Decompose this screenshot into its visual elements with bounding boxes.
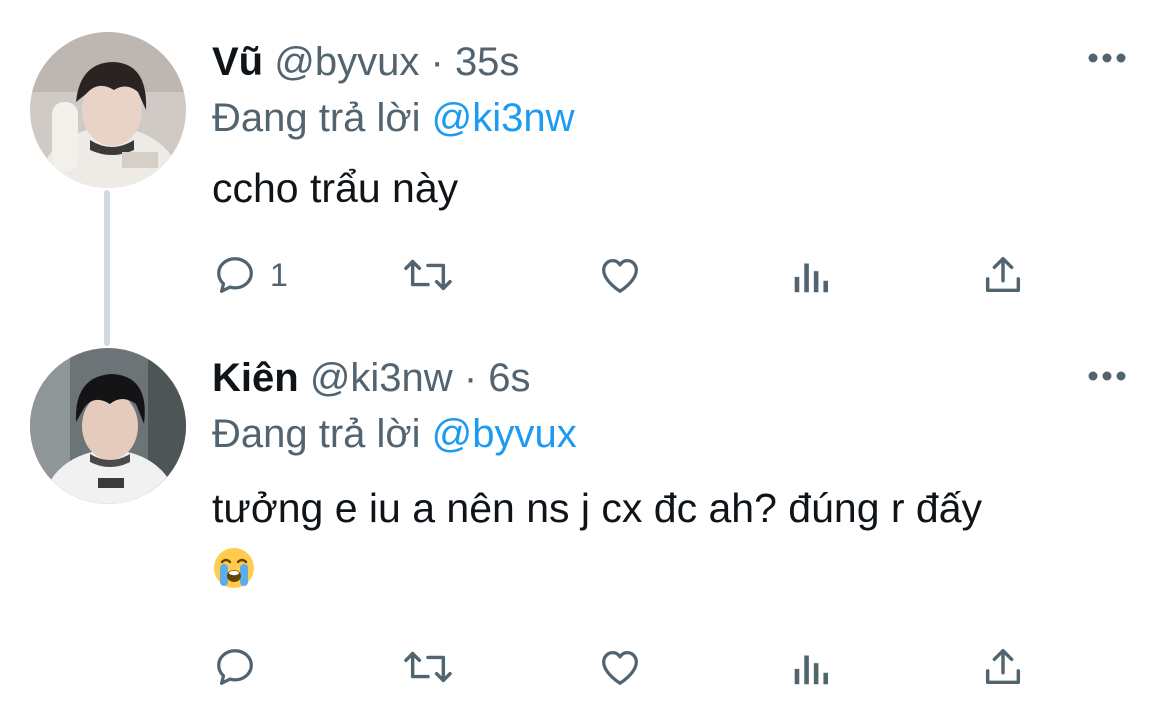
share-button[interactable] — [980, 250, 1026, 300]
retweet-icon — [404, 651, 452, 683]
display-name[interactable]: Kiên — [212, 356, 299, 400]
separator-dot: · — [463, 356, 478, 400]
replying-to-label: Đang trả lời — [212, 412, 421, 456]
tweet-text: tưởng e iu a nên ns j cx đc ah? đúng r đ… — [212, 480, 1142, 594]
reply-count: 1 — [270, 256, 288, 293]
tweet-text: ccho trẩu này — [212, 160, 1142, 217]
tweet[interactable]: Vũ @byvux · 35s Đang trả lời @ki3nw ccho… — [0, 0, 1170, 330]
reply-icon — [217, 649, 253, 685]
user-handle[interactable]: @byvux — [274, 40, 419, 84]
replying-to-handle[interactable]: @ki3nw — [432, 96, 575, 140]
like-button[interactable] — [596, 250, 644, 300]
reply-button[interactable]: 1 — [212, 250, 288, 300]
replying-to-handle[interactable]: @byvux — [432, 412, 577, 456]
tweet-header: Vũ @byvux · 35s — [212, 38, 519, 86]
analytics-icon — [794, 263, 829, 293]
loudly-crying-face-icon — [214, 548, 254, 589]
like-icon — [602, 258, 638, 293]
retweet-button[interactable] — [400, 250, 456, 300]
like-icon — [602, 650, 638, 685]
avatar[interactable] — [30, 348, 186, 504]
timestamp[interactable]: 35s — [455, 40, 520, 84]
retweet-icon — [404, 259, 452, 291]
share-button[interactable] — [980, 642, 1026, 692]
display-name[interactable]: Vũ — [212, 40, 263, 84]
reply-button[interactable] — [212, 642, 270, 692]
tweet-header: Kiên @ki3nw · 6s — [212, 354, 531, 402]
timestamp[interactable]: 6s — [488, 356, 530, 400]
share-icon — [985, 256, 1021, 293]
avatar[interactable] — [30, 32, 186, 188]
more-icon[interactable] — [1086, 48, 1128, 68]
retweet-button[interactable] — [400, 642, 456, 692]
separator-dot: · — [430, 40, 444, 84]
analytics-button[interactable] — [788, 250, 832, 300]
user-handle[interactable]: @ki3nw — [310, 356, 453, 400]
replying-to-label: Đang trả lời — [212, 96, 421, 140]
analytics-icon — [794, 655, 829, 685]
share-icon — [985, 648, 1021, 685]
analytics-button[interactable] — [788, 642, 832, 692]
replying-to: Đang trả lời @ki3nw — [212, 94, 575, 142]
reply-icon — [217, 257, 253, 293]
tweet[interactable]: Kiên @ki3nw · 6s Đang trả lời @byvux tưở… — [0, 330, 1170, 714]
replying-to: Đang trả lời @byvux — [212, 410, 577, 458]
tweet-body: tưởng e iu a nên ns j cx đc ah? đúng r đ… — [212, 485, 983, 531]
tweet-body: ccho trẩu này — [212, 165, 459, 211]
like-button[interactable] — [596, 642, 644, 692]
more-icon[interactable] — [1086, 366, 1128, 386]
